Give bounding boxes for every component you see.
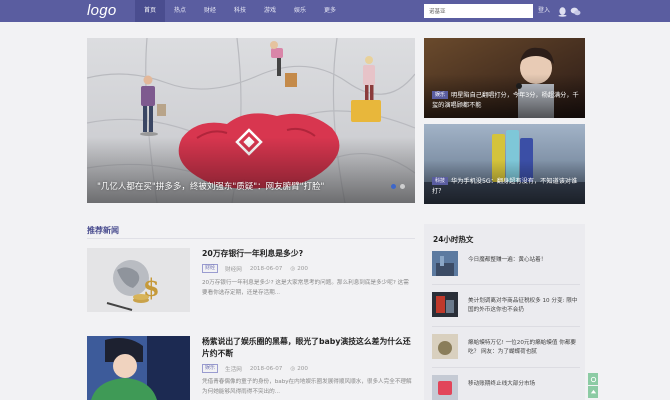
news-date: 2018-06-07 (249, 265, 283, 272)
comment-icon: ◎ (290, 265, 296, 272)
slider-dot-2[interactable] (400, 184, 405, 189)
hot-item-text: 移动账期终止线大部分市场 (468, 381, 536, 387)
nav-item-hot[interactable]: 热点 (165, 0, 195, 22)
category-tag[interactable]: 科技 (432, 177, 449, 185)
hero-slider[interactable]: "几亿人都在买"拼多多，终被刘强东"质疑"：网友腑臂"打脸" (87, 38, 415, 203)
hot-item[interactable]: 美计划调离对华商品征税权多 10 分变: 限中国的外币这你也不会扔 (432, 292, 580, 322)
news-summary: 20万存银行一年利息是多少? 这是大家常思考的问题。那么利息到底是多少呢? 这需… (202, 280, 409, 296)
news-category[interactable]: 财经 (202, 264, 219, 273)
news-comments: 200 (297, 265, 308, 272)
nav-item-games[interactable]: 游戏 (255, 0, 285, 22)
hot-item-text: 美计划调离对华商品征税权多 10 分变: 限中国的外币这你也不会扔 (468, 298, 578, 313)
news-item[interactable]: $ 20万存银行一年利息是多少? 财经 财经网 2018-06-07 ◎ 200 … (87, 248, 415, 314)
back-to-top-button[interactable] (588, 386, 598, 398)
comment-icon: ◎ (290, 365, 296, 372)
arrow-up-icon (590, 389, 596, 393)
wechat-icon[interactable] (569, 5, 581, 17)
news-source: 生活网 (225, 366, 242, 373)
qq-icon[interactable] (556, 5, 568, 17)
hero-image (87, 38, 415, 203)
share-button[interactable] (588, 373, 598, 385)
news-comments: 200 (297, 365, 308, 372)
slider-dots (391, 184, 405, 189)
hot-thumbnail (432, 292, 458, 317)
news-category[interactable]: 娱乐 (202, 364, 219, 373)
news-title[interactable]: 20万存银行一年利息是多少? (202, 248, 412, 260)
divider (432, 326, 580, 327)
nav-item-tech[interactable]: 科技 (225, 0, 255, 22)
divider (432, 284, 580, 285)
category-tag[interactable]: 娱乐 (432, 91, 449, 99)
nav-item-more[interactable]: 更多 (315, 0, 345, 22)
nav-item-finance[interactable]: 财经 (195, 0, 225, 22)
section-title: 推荐新闻 (87, 226, 119, 235)
side-card-text: 华为手机没5G：翻身超有没有，不知道该对谁打？ (432, 178, 578, 195)
hero-caption[interactable]: "几亿人都在买"拼多多，终被刘强东"质疑"：网友腑臂"打脸" (97, 180, 324, 192)
side-card-tech[interactable]: 科技 华为手机没5G：翻身超有没有，不知道该对谁打？ (424, 124, 585, 204)
hot-title: 24小时热文 (433, 235, 474, 244)
slider-dot-1[interactable] (391, 184, 396, 189)
hot-articles-panel: 24小时热文 今日魔都整赚一遍：黄心站着！ 美计划调离对华商品征税权多 10 分… (424, 224, 585, 400)
news-source: 财经网 (225, 266, 242, 273)
news-thumbnail[interactable]: $ (87, 248, 190, 312)
section-divider (87, 238, 415, 239)
news-date: 2018-06-07 (249, 365, 283, 372)
nav-item-entertainment[interactable]: 娱乐 (285, 0, 315, 22)
top-navigation-bar: logo 首页 热点 财经 科技 游戏 娱乐 更多 登入 (0, 0, 670, 22)
hot-item[interactable]: 移动账期终止线大部分市场 (432, 375, 580, 400)
main-nav: 首页 热点 财经 科技 游戏 娱乐 更多 (135, 0, 345, 22)
news-title[interactable]: 杨紫说出了娱乐圈的黑幕，眼光了baby演技这么差为什么还片约不断 (202, 336, 412, 360)
nav-item-home[interactable]: 首页 (135, 0, 165, 22)
divider (432, 367, 580, 368)
login-link[interactable]: 登入 (538, 0, 550, 22)
side-card-entertainment[interactable]: 娱乐 明星陷自己翻唱打分，今年3分，杨超满分，千玺的演唱顾都不能 (424, 38, 585, 118)
news-meta: 娱乐 生活网 2018-06-07 ◎ 200 (202, 364, 316, 373)
side-card-caption: 娱乐 明星陷自己翻唱打分，今年3分，杨超满分，千玺的演唱顾都不能 (432, 91, 579, 111)
news-item[interactable]: 杨紫说出了娱乐圈的黑幕，眼光了baby演技这么差为什么还片约不断 娱乐 生活网 … (87, 336, 415, 400)
news-thumbnail[interactable] (87, 336, 190, 400)
side-card-caption: 科技 华为手机没5G：翻身超有没有，不知道该对谁打？ (432, 177, 579, 197)
share-icon (590, 376, 596, 382)
hot-item-text: 今日魔都整赚一遍：黄心站着！ (468, 257, 547, 263)
hot-thumbnail (432, 334, 458, 359)
news-meta: 财经 财经网 2018-06-07 ◎ 200 (202, 264, 316, 273)
hot-thumbnail (432, 251, 458, 276)
site-logo[interactable]: logo (87, 1, 117, 21)
hot-item[interactable]: 今日魔都整赚一遍：黄心站着！ (432, 251, 580, 281)
news-summary: 凭借青春偶像的童子的身份，baby在内地娱乐圈发展得顺风顺水，很多人完全不理解为… (202, 379, 412, 395)
side-card-text: 明星陷自己翻唱打分，今年3分，杨超满分，千玺的演唱顾都不能 (432, 92, 579, 109)
search-input[interactable] (424, 4, 533, 18)
hot-item-text: 癞蛤蟆特万亿! 一位20元的癞蛤蟆值 你都要吃？ 网友：为了蝴蝶荷也腻 (468, 340, 577, 355)
hot-thumbnail (432, 375, 458, 400)
hot-item[interactable]: 癞蛤蟆特万亿! 一位20元的癞蛤蟆值 你都要吃？ 网友：为了蝴蝶荷也腻 (432, 334, 580, 364)
